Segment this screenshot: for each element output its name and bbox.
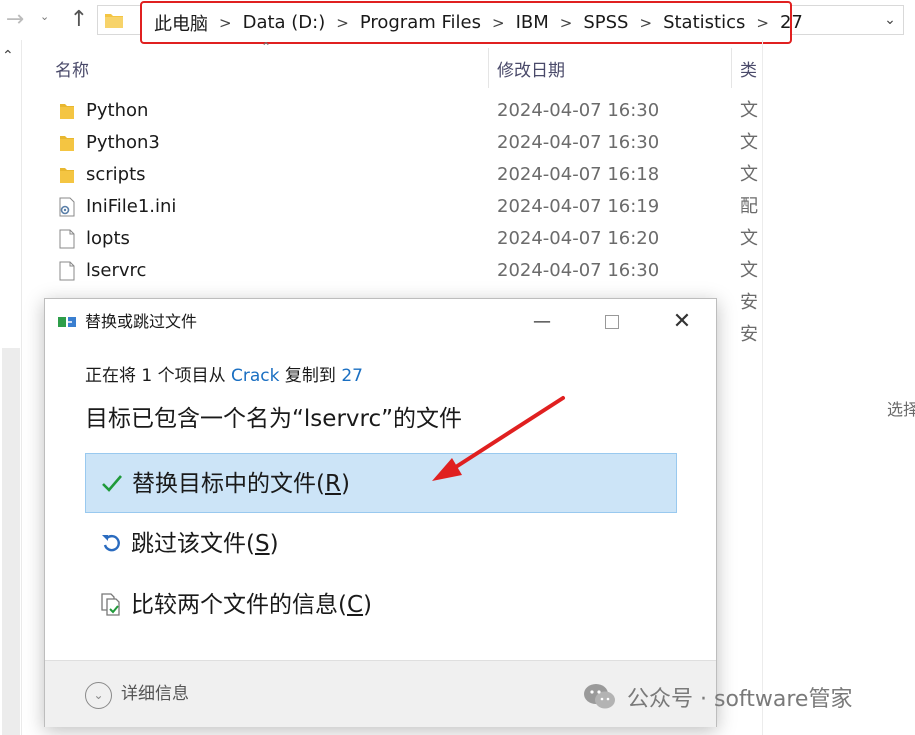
watermark-text: 公众号 · software管家	[627, 687, 853, 712]
replace-file-option[interactable]: 替换目标中的文件(R)	[85, 453, 677, 513]
skip-file-option[interactable]: 跳过该文件(S)	[85, 514, 677, 574]
file-name: IniFile1.ini	[86, 196, 177, 217]
destination-folder-link[interactable]: 27	[341, 366, 363, 386]
replace-or-skip-dialog: 替换或跳过文件 — ✕ 正在将 1 个项目从 Crack 复制到 27 目标已包…	[44, 298, 717, 727]
file-type: 文	[740, 132, 758, 153]
recent-locations-chevron-icon[interactable]: ⌄	[40, 10, 49, 23]
breadcrumb-item[interactable]: IBM	[516, 12, 549, 33]
breadcrumb: 此电脑 > Data (D:) > Program Files > IBM > …	[154, 3, 803, 42]
source-folder-link[interactable]: Crack	[231, 366, 279, 386]
maximize-icon	[605, 315, 619, 329]
scrollbar-thumb[interactable]	[2, 348, 20, 735]
explorer-toolbar: → ⌄ ↑ ⌄ 此电脑 > Data (D:) > Program Files …	[0, 0, 915, 44]
file-type: 安	[740, 292, 758, 313]
dialog-title-bar[interactable]: 替换或跳过文件 — ✕	[45, 299, 716, 345]
file-row[interactable]: Python 2024-04-07 16:30 文	[50, 95, 762, 127]
file-row[interactable]: lservrc 2024-04-07 16:30 文	[50, 255, 762, 287]
breadcrumb-separator[interactable]: >	[492, 14, 505, 32]
wechat-icon	[584, 684, 615, 709]
breadcrumb-item[interactable]: Data (D:)	[243, 12, 326, 33]
close-button[interactable]: ✕	[647, 299, 717, 345]
file-name: scripts	[86, 164, 146, 185]
details-toggle-label[interactable]: 详细信息	[121, 661, 189, 728]
breadcrumb-item[interactable]: Program Files	[360, 12, 481, 33]
column-header-date[interactable]: 修改日期	[497, 48, 565, 88]
option-label: 替换目标中的文件(R)	[132, 471, 350, 497]
column-header-name[interactable]: 名称	[55, 48, 89, 88]
breadcrumb-separator[interactable]: >	[219, 14, 232, 32]
folder-icon	[60, 104, 74, 119]
sort-ascending-icon: ⌃	[261, 40, 272, 54]
breadcrumb-separator[interactable]: >	[336, 14, 349, 32]
minimize-icon: —	[533, 311, 551, 332]
skip-arrow-icon	[102, 535, 120, 552]
folder-icon	[60, 168, 74, 183]
close-icon: ✕	[672, 309, 692, 334]
back-arrow-icon[interactable]: →	[2, 6, 28, 34]
copy-middle: 复制到	[279, 366, 342, 386]
file-date: 2024-04-07 16:30	[497, 260, 660, 281]
column-header-type[interactable]: 类	[740, 48, 760, 88]
breadcrumb-item[interactable]: 此电脑	[154, 10, 208, 36]
checkmark-icon	[102, 475, 122, 492]
pane-divider	[762, 40, 763, 735]
breadcrumb-item[interactable]: 27	[780, 12, 803, 33]
file-name: Python3	[86, 132, 160, 153]
minimize-button[interactable]: —	[507, 299, 577, 345]
option-label: 比较两个文件的信息(C)	[131, 592, 373, 618]
up-arrow-icon[interactable]: ↑	[66, 6, 92, 34]
copy-files-icon	[58, 317, 76, 327]
file-row[interactable]: Python3 2024-04-07 16:30 文	[50, 127, 762, 159]
file-type: 文	[740, 228, 758, 249]
copy-status-text: 正在将 1 个项目从 Crack 复制到 27	[85, 361, 363, 386]
expand-details-chevron-icon[interactable]: ⌄	[85, 682, 112, 709]
file-date: 2024-04-07 16:18	[497, 164, 660, 185]
file-type: 文	[740, 260, 758, 281]
breadcrumb-item[interactable]: Statistics	[663, 12, 745, 33]
maximize-button[interactable]	[577, 299, 647, 345]
column-divider[interactable]	[731, 48, 732, 88]
file-type: 安	[740, 324, 758, 345]
file-type: 文	[740, 100, 758, 121]
file-type: 配	[740, 196, 758, 217]
folder-icon	[60, 136, 74, 151]
file-icon	[59, 261, 75, 281]
file-row[interactable]: IniFile1.ini 2024-04-07 16:19 配	[50, 191, 762, 223]
settings-file-icon	[59, 197, 75, 217]
address-dropdown-chevron-icon[interactable]: ⌄	[877, 6, 903, 34]
file-name: lservrc	[86, 260, 147, 281]
option-label: 跳过该文件(S)	[131, 531, 279, 557]
breadcrumb-separator[interactable]: >	[639, 14, 652, 32]
file-icon	[59, 229, 75, 249]
conflict-heading: 目标已包含一个名为“lservrc”的文件	[85, 406, 463, 432]
column-divider[interactable]	[488, 48, 489, 88]
file-row[interactable]: scripts 2024-04-07 16:18 文	[50, 159, 762, 191]
compare-files-option[interactable]: 比较两个文件的信息(C)	[85, 575, 677, 635]
navigation-pane: ⌃	[0, 40, 22, 735]
copy-prefix: 正在将 1 个项目从	[85, 366, 232, 386]
file-row[interactable]: lopts 2024-04-07 16:20 文	[50, 223, 762, 255]
address-path-highlight: 此电脑 > Data (D:) > Program Files > IBM > …	[140, 1, 803, 44]
file-date: 2024-04-07 16:20	[497, 228, 660, 249]
file-type: 文	[740, 164, 758, 185]
breadcrumb-item[interactable]: SPSS	[583, 12, 628, 33]
file-name: lopts	[86, 228, 130, 249]
dialog-title: 替换或跳过文件	[85, 312, 198, 331]
details-pane-hint: 选择	[887, 400, 915, 419]
breadcrumb-separator[interactable]: >	[756, 14, 769, 32]
folder-icon	[105, 14, 123, 28]
file-date: 2024-04-07 16:19	[497, 196, 660, 217]
compare-files-icon	[101, 593, 120, 616]
watermark: 公众号 · software管家	[583, 680, 852, 714]
file-date: 2024-04-07 16:30	[497, 100, 660, 121]
file-name: Python	[86, 100, 149, 121]
scroll-up-chevron-icon[interactable]: ⌃	[2, 48, 14, 64]
breadcrumb-separator[interactable]: >	[560, 14, 573, 32]
file-date: 2024-04-07 16:30	[497, 132, 660, 153]
